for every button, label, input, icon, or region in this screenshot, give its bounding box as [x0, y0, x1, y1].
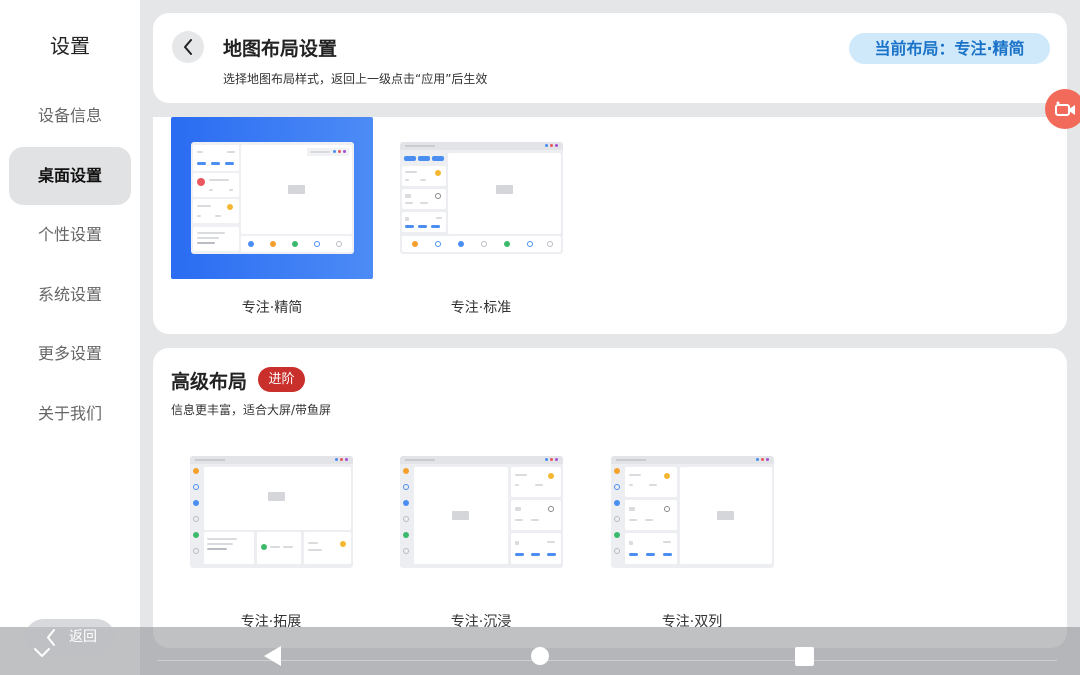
layout-option-focus-dual-column[interactable]: 专注·双列	[591, 431, 793, 630]
sidebar: 设置 设备信息 桌面设置 个性设置 系统设置 更多设置 关于我们	[0, 0, 140, 675]
chevron-left-icon	[184, 39, 192, 55]
layout-thumbnail	[400, 456, 563, 568]
nav-recents-square-icon[interactable]	[795, 647, 814, 666]
section-title: 高级布局	[171, 371, 248, 393]
page-title: 地图布局设置	[223, 38, 338, 60]
layout-option-label: 专注·精简	[241, 300, 303, 316]
nav-back-triangle-icon[interactable]	[264, 646, 281, 666]
return-label: 返回	[69, 629, 97, 645]
advanced-layouts-card: 高级布局 进阶 信息更丰富，适合大屏/带鱼屏 专注·拓展 专注·沉浸 专注·双列	[153, 348, 1067, 648]
camera-float-button[interactable]	[1045, 89, 1080, 129]
advanced-badge: 进阶	[258, 367, 305, 392]
chevron-left-icon	[47, 629, 55, 646]
layout-thumbnail	[190, 456, 353, 568]
current-layout-badge: 当前布局：专注·精简	[849, 33, 1050, 64]
nav-home-circle-icon[interactable]	[531, 647, 549, 665]
layout-option-focus-simple[interactable]: 专注·精简	[171, 117, 373, 317]
camera-icon	[1055, 101, 1075, 116]
header-card: 地图布局设置 选择地图布局样式，返回上一级点击“应用”后生效 当前布局：专注·精…	[153, 13, 1067, 103]
chevron-down-icon[interactable]	[33, 647, 51, 659]
sidebar-item-personal-settings[interactable]: 个性设置	[9, 206, 131, 264]
sidebar-title: 设置	[50, 34, 90, 58]
nav-divider	[157, 660, 1057, 661]
layout-thumbnail	[191, 142, 354, 254]
layout-option-label: 专注·标准	[450, 300, 512, 316]
section-subtitle: 信息更丰富，适合大屏/带鱼屏	[171, 403, 332, 417]
sidebar-item-system-settings[interactable]: 系统设置	[9, 266, 131, 324]
sidebar-item-more-settings[interactable]: 更多设置	[9, 325, 131, 383]
sidebar-item-desktop-settings[interactable]: 桌面设置	[9, 147, 131, 205]
layout-option-focus-immersive[interactable]: 专注·沉浸	[380, 431, 582, 630]
layout-option-focus-standard[interactable]: 专注·标准	[380, 117, 582, 317]
layout-thumbnail	[611, 456, 774, 568]
page-subtitle: 选择地图布局样式，返回上一级点击“应用”后生效	[223, 72, 488, 86]
sidebar-item-device-info[interactable]: 设备信息	[9, 87, 131, 145]
back-button[interactable]	[172, 31, 204, 63]
sidebar-item-about-us[interactable]: 关于我们	[9, 385, 131, 443]
layout-option-focus-extended[interactable]: 专注·拓展	[170, 431, 372, 630]
basic-layouts-card: 专注·精简 专注·标准	[153, 117, 1067, 334]
layout-thumbnail	[400, 142, 563, 254]
